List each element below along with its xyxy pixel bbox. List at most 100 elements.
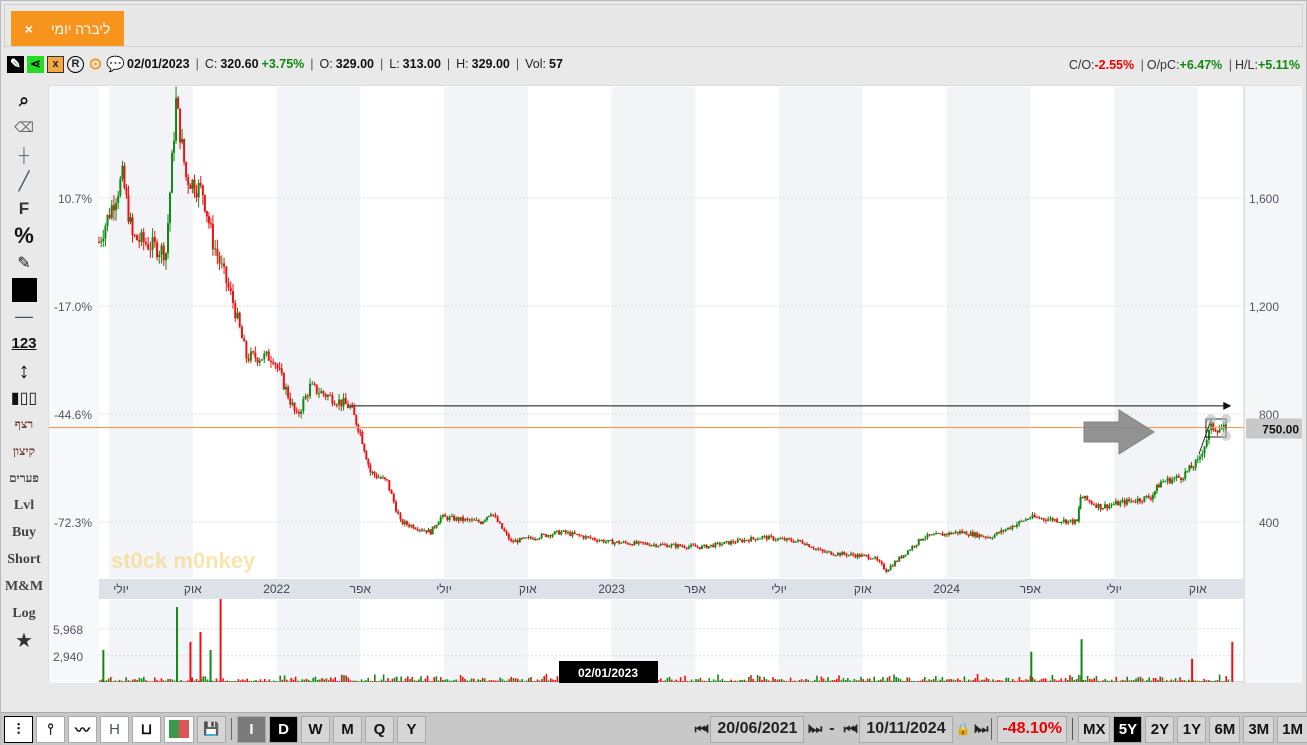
interval-yearly[interactable]: Y (397, 715, 426, 743)
chart-svg[interactable]: 40010.7%800-17.0% 1,200-44.6%1,600-72.3%י… (49, 86, 1302, 683)
buy-button[interactable]: Buy (3, 519, 45, 546)
candle (1062, 519, 1065, 522)
range-1y[interactable]: 1Y (1177, 715, 1207, 743)
comment-icon[interactable]: 💬 (106, 56, 125, 73)
interval-intraday[interactable]: I (237, 715, 266, 743)
chart-band (779, 87, 863, 578)
chart-band (444, 87, 528, 578)
range-mx[interactable]: MX (1077, 715, 1111, 743)
volume-bar (1133, 680, 1135, 682)
volume-bar (869, 678, 871, 682)
start-date-field[interactable]: 20/06/2021 (710, 715, 805, 743)
color-picker[interactable] (3, 276, 45, 303)
volume-bar (1045, 678, 1047, 682)
volume-bar (789, 677, 792, 682)
wrench-icon[interactable]: ✎ (7, 55, 24, 73)
candlestick-type-icon[interactable]: ⫶ (4, 715, 33, 743)
volume-bar (239, 680, 242, 682)
volume-bar (976, 673, 979, 682)
target-icon[interactable]: ⊙ (87, 56, 104, 73)
end-prev-icon[interactable]: ⏮⏴ (844, 722, 859, 737)
candle (551, 534, 554, 537)
share-icon[interactable]: ⋖ (27, 55, 44, 73)
volume-bar (389, 680, 391, 682)
lvl-button[interactable]: Lvl (3, 492, 45, 519)
candle (871, 558, 874, 560)
percent-tool[interactable]: % (3, 222, 45, 249)
excel-icon[interactable]: x (47, 55, 64, 73)
interval-weekly[interactable]: W (301, 715, 330, 743)
edit-note-icon[interactable]: ✎ (3, 249, 45, 276)
hilo-type-button[interactable]: H (100, 715, 129, 743)
volume-bar (125, 677, 127, 682)
candle (889, 565, 892, 570)
continuous-toggle[interactable]: רצף (3, 411, 45, 438)
range-3m[interactable]: 3M (1243, 715, 1275, 743)
crosshair-icon[interactable]: ┼ (3, 141, 45, 168)
volume-bar (123, 681, 125, 682)
candle (1201, 453, 1204, 457)
tab-bar (4, 4, 1303, 47)
star-icon[interactable]: ★ (3, 627, 45, 654)
volume-bar (448, 680, 451, 682)
lock-icon[interactable]: 🔒 (956, 722, 971, 736)
save-icon[interactable]: 💾 (197, 715, 226, 743)
candles-icon[interactable]: ▮▯▯ (3, 384, 45, 411)
interval-monthly[interactable]: M (333, 715, 362, 743)
candle (384, 477, 387, 480)
short-button[interactable]: Short (3, 546, 45, 573)
close-icon[interactable]: × (25, 21, 33, 37)
bar-type-icon[interactable]: ⊔ (132, 715, 161, 743)
line-width-icon[interactable]: — (3, 303, 45, 330)
line-type-icon[interactable]: 〰 (68, 715, 97, 743)
price-chart[interactable]: 400 10.7% 800 -17.0% 1,200 -44.6% 1,600 -72.3% י… (48, 85, 1302, 683)
volume-bar (717, 674, 719, 682)
start-first-icon[interactable]: ⏮⏴ (695, 722, 710, 737)
volume-bar (827, 677, 829, 682)
start-next-icon[interactable]: ⏵⏭ (807, 722, 822, 737)
candle (123, 165, 126, 188)
candle (520, 538, 523, 540)
adjust-toggle[interactable]: קיצון (3, 438, 45, 465)
measure-tool[interactable]: 123 (3, 330, 45, 357)
end-last-icon[interactable]: ⏵⏭ (974, 722, 989, 737)
fibonacci-tool[interactable]: F (3, 195, 45, 222)
registered-icon[interactable]: R (67, 55, 84, 73)
tab-chart[interactable]: ליברה יומי × (11, 11, 124, 46)
eraser-icon[interactable]: ⌫ (3, 114, 45, 141)
candle (274, 363, 277, 365)
end-date-field[interactable]: 10/11/2024 (859, 715, 953, 743)
interval-daily[interactable]: D (269, 715, 298, 743)
candle (1101, 507, 1104, 510)
search-icon[interactable]: ⌕ (3, 87, 45, 114)
mm-button[interactable]: M&M (3, 573, 45, 600)
volume-bar (748, 676, 750, 682)
range-6m[interactable]: 6M (1209, 715, 1241, 743)
candle (1036, 517, 1038, 519)
volume-bar (497, 680, 499, 682)
line-tool-icon[interactable]: ╱ (3, 168, 45, 195)
time-tick-label: יולי (436, 582, 452, 596)
color-bars-icon[interactable] (164, 715, 194, 743)
volume-bar (147, 681, 149, 682)
vertical-measure-icon[interactable]: ↕ (3, 357, 45, 384)
ohlc-type-icon[interactable]: ⫯ (36, 715, 65, 743)
volume-bar (319, 679, 321, 682)
interval-quarterly[interactable]: Q (365, 715, 394, 743)
range-1m[interactable]: 1M (1277, 715, 1307, 743)
volume-bar (1062, 681, 1065, 682)
log-button[interactable]: Log (3, 600, 45, 627)
candle (1033, 514, 1036, 518)
volume-bar (877, 679, 880, 682)
gaps-toggle[interactable]: פערים (3, 465, 45, 492)
candle (701, 545, 703, 549)
candle (269, 360, 272, 363)
candle (998, 532, 1001, 534)
range-2y[interactable]: 2Y (1145, 715, 1175, 743)
volume-label: Vol: (525, 57, 546, 71)
candle (498, 521, 501, 524)
volume-bar (1089, 678, 1091, 682)
range-5y[interactable]: 5Y (1113, 715, 1143, 743)
candle (1108, 505, 1111, 509)
volume-bar (545, 673, 548, 682)
